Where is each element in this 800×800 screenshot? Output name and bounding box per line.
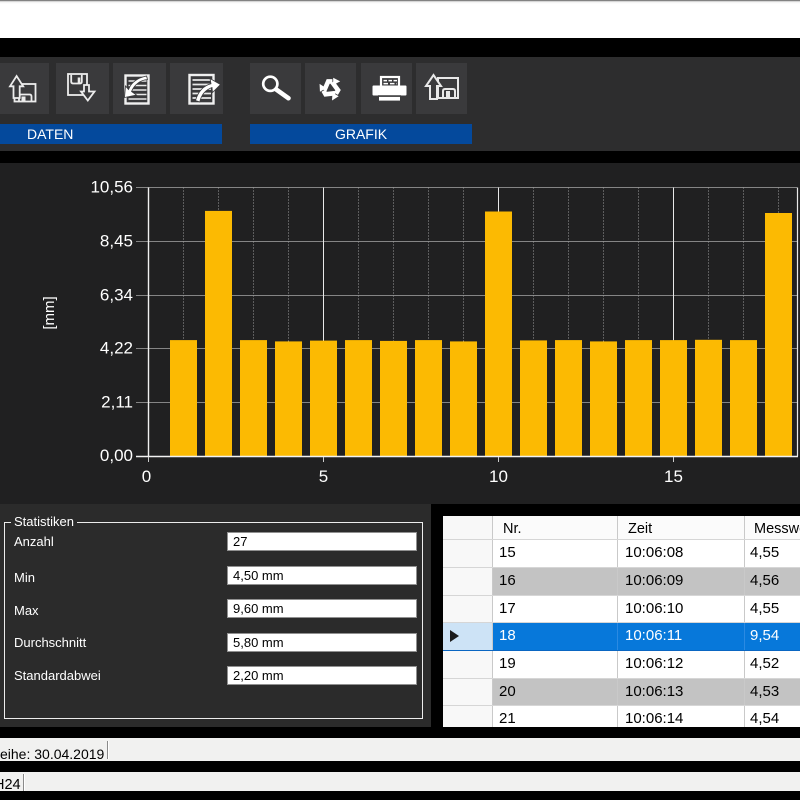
svg-text:4,22: 4,22 [100,339,133,358]
svg-text:2,11: 2,11 [101,393,133,412]
svg-text:10,56: 10,56 [90,178,133,197]
svg-text:6,34: 6,34 [100,286,133,305]
svg-text:[mm]: [mm] [41,296,58,329]
svg-text:0,00: 0,00 [100,446,133,465]
svg-text:5: 5 [319,467,328,486]
svg-text:10: 10 [489,467,508,486]
svg-text:15: 15 [664,467,683,486]
svg-text:8,45: 8,45 [100,232,133,251]
svg-text:0: 0 [142,467,151,486]
